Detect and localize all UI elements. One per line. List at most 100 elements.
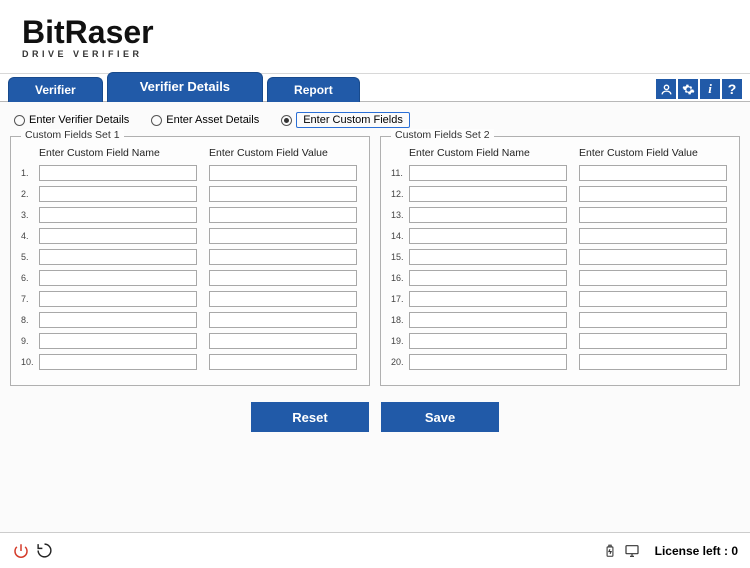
power-icon[interactable] bbox=[12, 542, 30, 560]
row-number: 4. bbox=[21, 231, 39, 241]
help-icon[interactable]: ? bbox=[722, 79, 742, 99]
row-number: 2. bbox=[21, 189, 39, 199]
field-name-input[interactable] bbox=[409, 312, 567, 328]
field-name-input[interactable] bbox=[39, 228, 197, 244]
fieldset-set1: Custom Fields Set 1 Enter Custom Field N… bbox=[10, 136, 370, 386]
custom-field-row: 14. bbox=[391, 228, 729, 244]
field-value-input[interactable] bbox=[209, 186, 357, 202]
action-buttons: Reset Save bbox=[0, 402, 750, 432]
license-left-label: License left : 0 bbox=[655, 544, 738, 558]
toolbar-icons: i ? bbox=[656, 79, 742, 99]
radio-label: Enter Custom Fields bbox=[296, 112, 410, 128]
custom-field-row: 16. bbox=[391, 270, 729, 286]
field-name-input[interactable] bbox=[409, 165, 567, 181]
field-name-input[interactable] bbox=[39, 249, 197, 265]
row-number: 3. bbox=[21, 210, 39, 220]
headers-set2: Enter Custom Field Name Enter Custom Fie… bbox=[391, 143, 729, 165]
logo-main: BitRaser bbox=[22, 14, 750, 51]
row-number: 13. bbox=[391, 210, 409, 220]
refresh-icon[interactable] bbox=[36, 542, 53, 559]
row-number: 11. bbox=[391, 168, 409, 178]
field-value-input[interactable] bbox=[209, 270, 357, 286]
custom-field-row: 1. bbox=[21, 165, 359, 181]
custom-field-row: 18. bbox=[391, 312, 729, 328]
tab-verifier[interactable]: Verifier bbox=[8, 77, 103, 102]
tabs-left: Verifier Verifier Details Report bbox=[8, 77, 364, 102]
field-value-input[interactable] bbox=[579, 291, 727, 307]
field-name-input[interactable] bbox=[409, 354, 567, 370]
field-name-input[interactable] bbox=[39, 333, 197, 349]
field-name-input[interactable] bbox=[409, 249, 567, 265]
tab-report[interactable]: Report bbox=[267, 77, 360, 102]
field-value-input[interactable] bbox=[579, 354, 727, 370]
custom-field-row: 13. bbox=[391, 207, 729, 223]
radio-verifier-details[interactable]: Enter Verifier Details bbox=[14, 114, 129, 126]
field-name-input[interactable] bbox=[39, 207, 197, 223]
row-number: 8. bbox=[21, 315, 39, 325]
radio-label: Enter Asset Details bbox=[166, 114, 259, 126]
custom-field-row: 3. bbox=[21, 207, 359, 223]
field-value-input[interactable] bbox=[209, 207, 357, 223]
footer-right: License left : 0 bbox=[603, 542, 738, 560]
field-value-input[interactable] bbox=[579, 228, 727, 244]
row-number: 20. bbox=[391, 357, 409, 367]
custom-field-row: 19. bbox=[391, 333, 729, 349]
fieldset-set2: Custom Fields Set 2 Enter Custom Field N… bbox=[380, 136, 740, 386]
field-name-input[interactable] bbox=[409, 270, 567, 286]
custom-field-row: 11. bbox=[391, 165, 729, 181]
field-value-input[interactable] bbox=[579, 333, 727, 349]
row-number: 9. bbox=[21, 336, 39, 346]
footer-left bbox=[12, 542, 53, 560]
field-value-input[interactable] bbox=[579, 270, 727, 286]
field-value-input[interactable] bbox=[209, 354, 357, 370]
field-value-input[interactable] bbox=[209, 333, 357, 349]
row-number: 10. bbox=[21, 357, 39, 367]
field-value-input[interactable] bbox=[209, 291, 357, 307]
radio-custom-fields[interactable]: Enter Custom Fields bbox=[281, 112, 410, 128]
logo-sub: DRIVE VERIFIER bbox=[22, 49, 750, 59]
header-value: Enter Custom Field Value bbox=[209, 147, 328, 159]
field-value-input[interactable] bbox=[209, 249, 357, 265]
radio-label: Enter Verifier Details bbox=[29, 114, 129, 126]
field-value-input[interactable] bbox=[579, 186, 727, 202]
save-button[interactable]: Save bbox=[381, 402, 499, 432]
user-icon[interactable] bbox=[656, 79, 676, 99]
header-name: Enter Custom Field Name bbox=[409, 147, 579, 159]
tab-verifier-details[interactable]: Verifier Details bbox=[107, 72, 263, 102]
field-value-input[interactable] bbox=[579, 207, 727, 223]
field-name-input[interactable] bbox=[39, 291, 197, 307]
tab-bar: Verifier Verifier Details Report i ? bbox=[0, 74, 750, 102]
custom-field-row: 2. bbox=[21, 186, 359, 202]
reset-button[interactable]: Reset bbox=[251, 402, 369, 432]
gear-icon[interactable] bbox=[678, 79, 698, 99]
battery-icon bbox=[603, 542, 617, 560]
field-name-input[interactable] bbox=[39, 186, 197, 202]
header-value: Enter Custom Field Value bbox=[579, 147, 698, 159]
row-number: 15. bbox=[391, 252, 409, 262]
field-value-input[interactable] bbox=[209, 312, 357, 328]
custom-field-row: 10. bbox=[21, 354, 359, 370]
custom-field-row: 5. bbox=[21, 249, 359, 265]
field-value-input[interactable] bbox=[209, 228, 357, 244]
custom-field-row: 7. bbox=[21, 291, 359, 307]
field-name-input[interactable] bbox=[39, 354, 197, 370]
field-name-input[interactable] bbox=[409, 207, 567, 223]
field-name-input[interactable] bbox=[409, 228, 567, 244]
headers-set1: Enter Custom Field Name Enter Custom Fie… bbox=[21, 143, 359, 165]
custom-field-row: 9. bbox=[21, 333, 359, 349]
field-name-input[interactable] bbox=[409, 186, 567, 202]
field-value-input[interactable] bbox=[579, 165, 727, 181]
field-name-input[interactable] bbox=[39, 270, 197, 286]
field-name-input[interactable] bbox=[409, 291, 567, 307]
custom-fields-panels: Custom Fields Set 1 Enter Custom Field N… bbox=[0, 136, 750, 386]
field-value-input[interactable] bbox=[579, 312, 727, 328]
custom-field-row: 6. bbox=[21, 270, 359, 286]
radio-asset-details[interactable]: Enter Asset Details bbox=[151, 114, 259, 126]
field-name-input[interactable] bbox=[39, 312, 197, 328]
field-value-input[interactable] bbox=[579, 249, 727, 265]
row-number: 5. bbox=[21, 252, 39, 262]
info-icon[interactable]: i bbox=[700, 79, 720, 99]
field-name-input[interactable] bbox=[409, 333, 567, 349]
field-name-input[interactable] bbox=[39, 165, 197, 181]
field-value-input[interactable] bbox=[209, 165, 357, 181]
